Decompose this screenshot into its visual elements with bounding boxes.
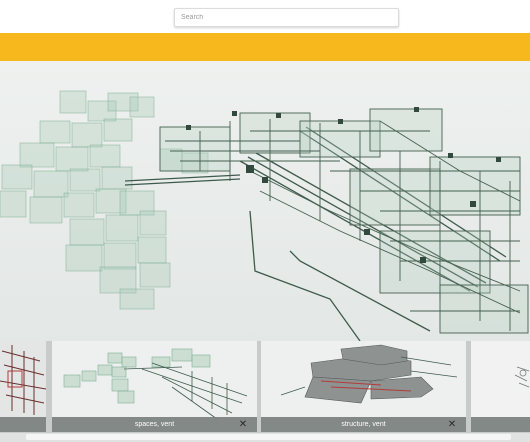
thumbnail-strip: spaces, vent ✕ structure, vent ✕ bbox=[0, 341, 530, 442]
close-icon[interactable]: ✕ bbox=[237, 418, 249, 431]
thumbnail-caption: spaces, vent bbox=[52, 417, 257, 432]
model-render bbox=[0, 61, 530, 341]
thumbnail-caption: structure, vent bbox=[261, 417, 466, 432]
thumbnail-card-1[interactable] bbox=[0, 341, 46, 432]
thumbnail-card-structure-vent[interactable]: structure, vent ✕ bbox=[261, 341, 466, 432]
accent-toolbar bbox=[0, 33, 530, 61]
thumbnail-caption bbox=[0, 417, 46, 432]
horizontal-scrollbar[interactable] bbox=[0, 433, 530, 442]
thumbnail-caption bbox=[471, 417, 530, 432]
thumbnail-card-4[interactable] bbox=[471, 341, 530, 432]
search-input[interactable] bbox=[174, 8, 399, 27]
3d-model-viewport[interactable] bbox=[0, 61, 530, 341]
scrollbar-thumb[interactable] bbox=[26, 434, 511, 440]
top-bar bbox=[0, 0, 530, 33]
thumbnail-card-spaces-vent[interactable]: spaces, vent ✕ bbox=[52, 341, 257, 432]
close-icon[interactable]: ✕ bbox=[446, 418, 458, 431]
